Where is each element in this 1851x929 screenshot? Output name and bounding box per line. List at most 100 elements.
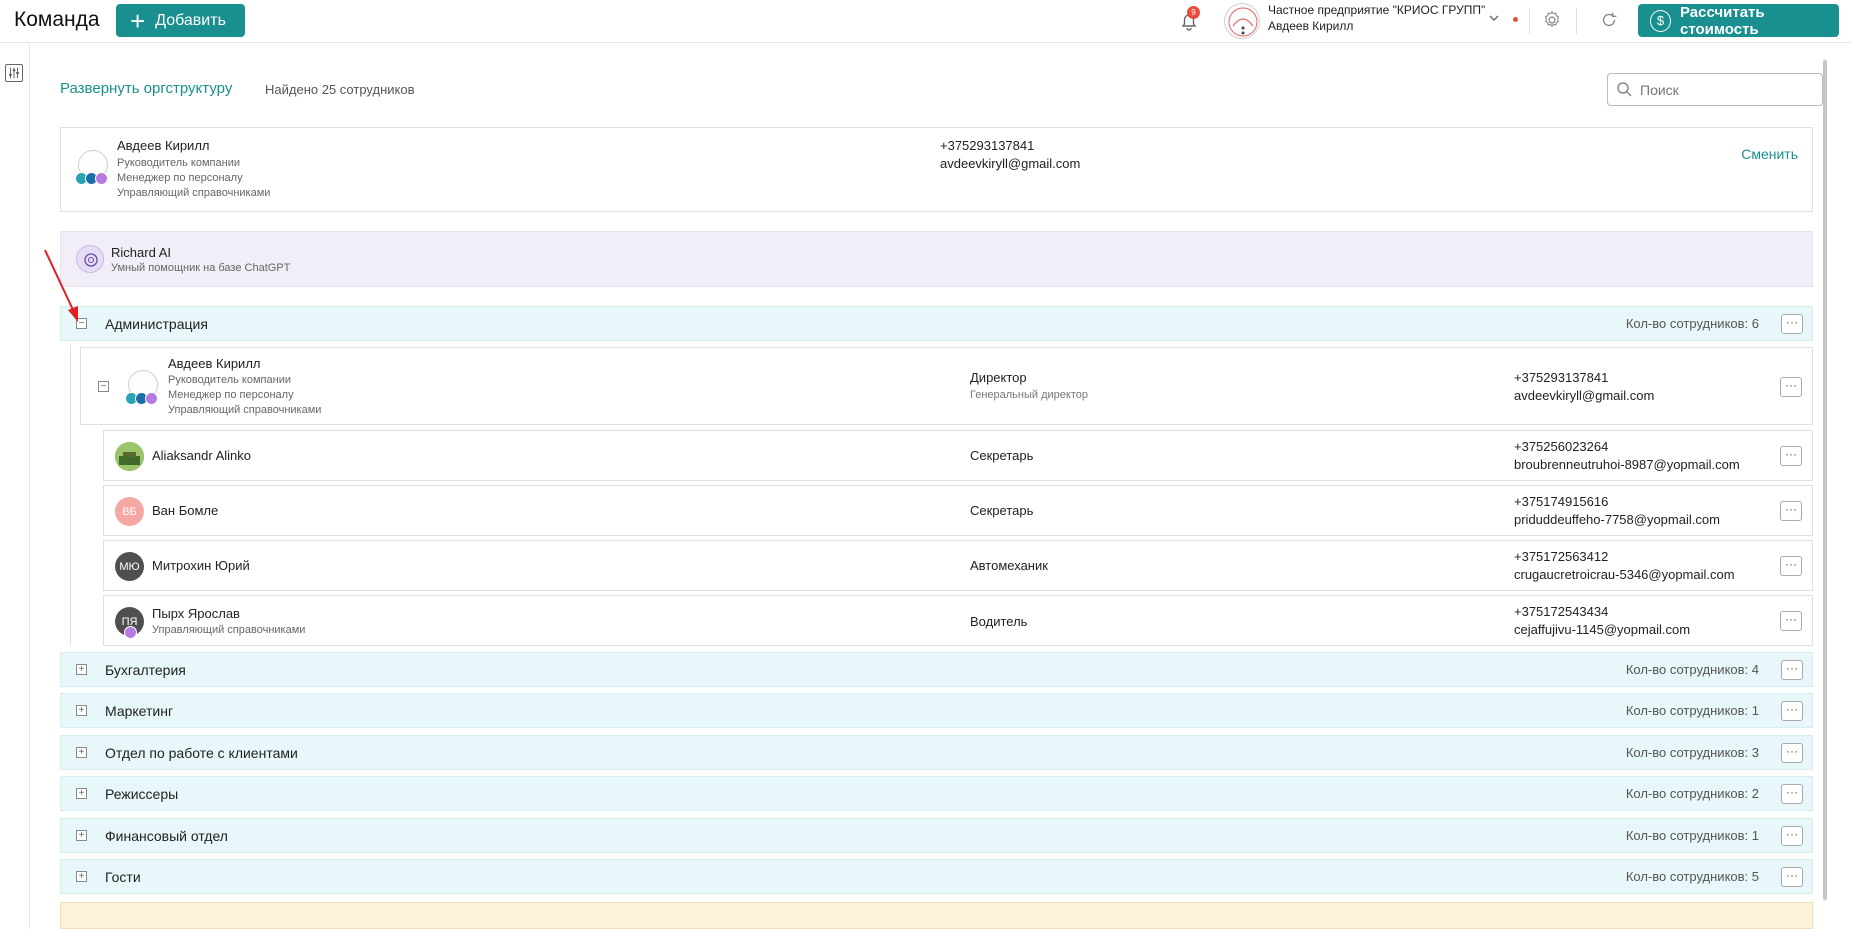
owner-name: Авдеев Кирилл: [117, 138, 210, 153]
member-row[interactable]: МЮ Митрохин Юрий Автомеханик +3751725634…: [103, 540, 1813, 591]
more-button[interactable]: ···: [1781, 826, 1803, 846]
expand-icon[interactable]: +: [76, 788, 87, 799]
more-button[interactable]: ···: [1781, 660, 1803, 680]
dept-row-accounting[interactable]: + Бухгалтерия Кол-во сотрудников: 4 ···: [60, 652, 1813, 687]
add-button[interactable]: + Добавить: [116, 4, 245, 37]
role-badge-icon: [124, 626, 137, 639]
assistant-row[interactable]: Richard AI Умный помощник на базе ChatGP…: [60, 231, 1813, 287]
member-position-sub: Генеральный директор: [970, 389, 1088, 401]
dept-count: Кол-во сотрудников: 5: [1625, 869, 1759, 884]
owner-role: Менеджер по персоналу: [117, 172, 243, 184]
notification-badge: 9: [1187, 6, 1200, 19]
avatar: ВБ: [115, 497, 144, 526]
member-email: cejaffujivu-1145@yopmail.com: [1514, 622, 1691, 637]
member-role: Менеджер по персоналу: [168, 389, 294, 401]
page-title: Команда: [14, 8, 100, 31]
scrollbar[interactable]: [1823, 60, 1827, 900]
member-name: Авдеев Кирилл: [168, 356, 261, 371]
member-role: Руководитель компании: [168, 374, 291, 386]
dept-row-clients[interactable]: + Отдел по работе с клиентами Кол-во сот…: [60, 735, 1813, 770]
role-badge-icon: [145, 392, 158, 405]
more-button[interactable]: ···: [1780, 377, 1802, 397]
member-name: Пырх Ярослав: [152, 606, 240, 621]
owner-card[interactable]: Авдеев Кирилл Руководитель компании Мене…: [60, 127, 1813, 212]
more-button[interactable]: ···: [1780, 556, 1802, 576]
expand-orgstructure-link[interactable]: Развернуть оргструктуру: [60, 80, 232, 97]
divider: [1529, 8, 1530, 34]
more-button[interactable]: ···: [1781, 743, 1803, 763]
expand-icon[interactable]: +: [76, 705, 87, 716]
status-dot: [1513, 17, 1518, 22]
add-button-label: Добавить: [155, 11, 226, 29]
expand-icon[interactable]: +: [76, 747, 87, 758]
org-name[interactable]: Частное предприятие "КРИОС ГРУПП": [1268, 3, 1485, 17]
member-name: Митрохин Юрий: [152, 558, 250, 573]
member-row[interactable]: ПЯ Пырх Ярослав Управляющий справочникам…: [103, 595, 1813, 646]
expand-icon[interactable]: +: [76, 871, 87, 882]
member-row[interactable]: ВБ Ван Бомле Секретарь +375174915616 pri…: [103, 485, 1813, 536]
more-button[interactable]: ···: [1781, 867, 1803, 887]
member-position: Директор: [970, 370, 1027, 385]
dept-row-marketing[interactable]: + Маркетинг Кол-во сотрудников: 1 ···: [60, 693, 1813, 728]
gear-icon[interactable]: [1541, 9, 1563, 31]
dept-count: Кол-во сотрудников: 1: [1625, 828, 1759, 843]
expand-icon[interactable]: +: [76, 664, 87, 675]
member-phone: +375172543434: [1514, 604, 1609, 619]
owner-role: Руководитель компании: [117, 157, 240, 169]
org-avatar[interactable]: [1224, 3, 1260, 39]
dept-name: Финансовый отдел: [105, 828, 228, 844]
member-position: Секретарь: [970, 503, 1034, 518]
member-row[interactable]: Aliaksandr Alinko Секретарь +37525602326…: [103, 430, 1813, 481]
dept-row-guests[interactable]: + Гости Кол-во сотрудников: 5 ···: [60, 859, 1813, 894]
found-count: Найдено 25 сотрудников: [265, 82, 415, 97]
member-email: crugaucretroicrau-5346@yopmail.com: [1514, 567, 1735, 582]
dept-row-administration[interactable]: − Администрация Кол-во сотрудников: 6 ··…: [60, 306, 1813, 341]
refresh-icon[interactable]: [1598, 9, 1620, 31]
dept-count: Кол-во сотрудников: 6: [1625, 316, 1759, 331]
more-button[interactable]: ···: [1780, 501, 1802, 521]
annotation-arrow-icon: [44, 249, 78, 322]
search-input[interactable]: [1607, 73, 1823, 106]
more-button[interactable]: ···: [1781, 784, 1803, 804]
member-row[interactable]: − Авдеев Кирилл Руководитель компании Ме…: [80, 347, 1813, 425]
filter-icon[interactable]: [5, 64, 23, 82]
dept-name: Отдел по работе с клиентами: [105, 745, 298, 761]
member-phone: +375174915616: [1514, 494, 1609, 509]
dept-count: Кол-во сотрудников: 1: [1625, 703, 1759, 718]
avatar: МЮ: [115, 552, 144, 581]
dept-row-finance[interactable]: + Финансовый отдел Кол-во сотрудников: 1…: [60, 818, 1813, 853]
member-email: avdeevkiryll@gmail.com: [1514, 388, 1655, 403]
assistant-description: Умный помощник на базе ChatGPT: [111, 262, 291, 274]
dept-row-partial[interactable]: [60, 902, 1813, 929]
member-role: Управляющий справочниками: [152, 624, 306, 636]
member-email: broubrenneutruhoi-8987@yopmail.com: [1514, 457, 1740, 472]
dollar-icon: $: [1650, 9, 1671, 32]
dept-name: Режиссеры: [105, 786, 179, 802]
assistant-name: Richard AI: [111, 245, 171, 260]
member-position: Автомеханик: [970, 558, 1048, 573]
dept-name: Администрация: [105, 316, 208, 332]
calculate-cost-button[interactable]: $ Рассчитать стоимость: [1638, 3, 1839, 38]
more-button[interactable]: ···: [1780, 446, 1802, 466]
owner-email: avdeevkiryll@gmail.com: [940, 156, 1081, 171]
expand-icon[interactable]: +: [76, 830, 87, 841]
dept-name: Бухгалтерия: [105, 662, 186, 678]
chevron-down-icon[interactable]: [1487, 11, 1501, 25]
left-rail: [0, 44, 30, 929]
avatar: [75, 150, 111, 186]
dept-count: Кол-во сотрудников: 3: [1625, 745, 1759, 760]
member-role: Управляющий справочниками: [168, 404, 322, 416]
dept-row-directors[interactable]: + Режиссеры Кол-во сотрудников: 2 ···: [60, 776, 1813, 811]
tree-line: [70, 345, 71, 645]
member-position: Водитель: [970, 614, 1028, 629]
collapse-icon[interactable]: −: [98, 381, 109, 392]
change-owner-link[interactable]: Сменить: [1741, 146, 1798, 162]
org-user: Авдеев Кирилл: [1268, 19, 1354, 33]
more-button[interactable]: ···: [1780, 611, 1802, 631]
more-button[interactable]: ···: [1781, 314, 1803, 334]
calculate-cost-label: Рассчитать стоимость: [1679, 3, 1765, 38]
avatar-photo-icon: [115, 442, 144, 471]
owner-role: Управляющий справочниками: [117, 187, 271, 199]
role-badge-icon: [95, 172, 108, 185]
more-button[interactable]: ···: [1781, 701, 1803, 721]
